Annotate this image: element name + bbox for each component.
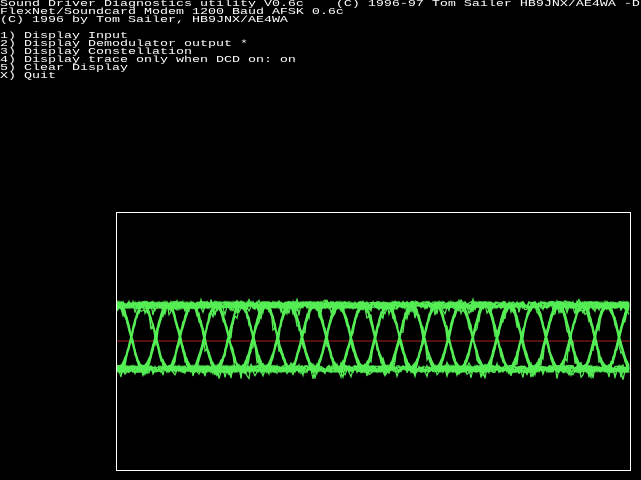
modem-line: FlexNet/Soundcard Modem 1200 Baud AFSK 0… xyxy=(0,7,344,18)
eye-diagram xyxy=(117,296,630,381)
menu-item-demodulator-output[interactable]: 2) Display Demodulator output * xyxy=(0,40,640,49)
menu-item-constellation[interactable]: 3) Display Constellation xyxy=(0,48,640,57)
copyright-line: (C) 1996 by Tom Sailer, HB9JNX/AE4WA xyxy=(0,15,288,26)
menu-item-display-input[interactable]: 1) Display Input xyxy=(0,32,640,41)
console-text: Sound Driver Diagnostics utility V0.6c (… xyxy=(0,0,640,81)
menu-item-quit[interactable]: X) Quit xyxy=(0,72,640,81)
menu-item-clear-display[interactable]: 5) Clear Display xyxy=(0,64,640,73)
oscilloscope-display xyxy=(116,212,631,471)
menu-item-dcd-trace-toggle[interactable]: 4) Display trace only when DCD on: on xyxy=(0,56,640,65)
title-line: Sound Driver Diagnostics utility V0.6c (… xyxy=(0,0,640,10)
